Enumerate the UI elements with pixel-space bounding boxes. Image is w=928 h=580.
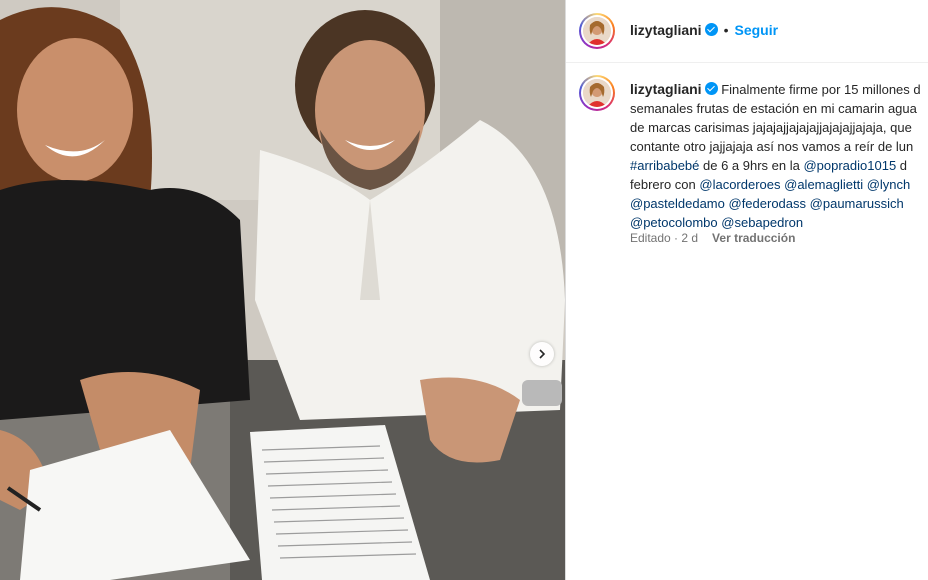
caption-line: semanales frutas de estación en mi camar… xyxy=(630,99,928,118)
caption-text: de 6 a 9hrs en la xyxy=(699,158,804,173)
caption-line: @petocolombo @sebapedron xyxy=(630,213,928,232)
mention-link[interactable]: @popradio1015 xyxy=(803,158,896,173)
follow-button[interactable]: Seguir xyxy=(734,22,778,38)
chevron-right-icon xyxy=(539,349,546,359)
caption-text: semanales frutas de estación en mi camar… xyxy=(630,101,917,116)
mention-link[interactable]: @sebapedron xyxy=(721,215,803,230)
mention-link[interactable]: @paumarussich xyxy=(810,196,904,211)
header-user: lizytagliani • Seguir xyxy=(630,22,778,40)
caption-line: febrero con @lacorderoes @alemaglietti @… xyxy=(630,175,928,194)
avatar-photo xyxy=(583,17,611,45)
carousel-next-button[interactable] xyxy=(530,342,554,366)
caption-text: contante otro jajjajaja así nos vamos a … xyxy=(630,139,914,154)
see-translation-button[interactable]: Ver traducción xyxy=(712,231,795,245)
mention-link[interactable]: @alemaglietti xyxy=(784,177,863,192)
verified-badge-icon xyxy=(704,82,718,95)
separator: • xyxy=(723,22,729,38)
post-photo xyxy=(0,0,565,580)
mention-link[interactable]: @pasteldedamo xyxy=(630,196,725,211)
caption-text: febrero con xyxy=(630,177,700,192)
caption-line: contante otro jajjajaja así nos vamos a … xyxy=(630,137,928,156)
caption-line: @pasteldedamo @federodass @paumarussich xyxy=(630,194,928,213)
mention-link[interactable]: @federodass xyxy=(729,196,807,211)
verified-badge-icon xyxy=(704,23,718,36)
caption-line: #arribabebé de 6 a 9hrs en la @popradio1… xyxy=(630,156,928,175)
username[interactable]: lizytagliani xyxy=(630,22,702,38)
post-details-panel: lizytagliani • Seguir lizytagliani Finalme… xyxy=(566,0,928,580)
caption-avatar[interactable] xyxy=(579,75,615,111)
avatar[interactable] xyxy=(579,13,615,49)
caption-text: de marcas carisimas jajajajjajajajjajaja… xyxy=(630,120,912,135)
avatar-photo xyxy=(583,79,611,107)
edited-timestamp: Editado · 2 d xyxy=(630,231,699,245)
post-header: lizytagliani • Seguir xyxy=(566,0,928,63)
caption-line: lizytagliani Finalmente firme por 15 mil… xyxy=(630,80,928,99)
caption-text: Finalmente firme por 15 millones d xyxy=(721,82,921,97)
post-caption: lizytagliani Finalmente firme por 15 mil… xyxy=(630,80,928,232)
caption-username[interactable]: lizytagliani xyxy=(630,81,702,97)
mention-link[interactable]: @petocolombo xyxy=(630,215,718,230)
post-media[interactable] xyxy=(0,0,565,580)
caption-line: de marcas carisimas jajajajjajajajjajaja… xyxy=(630,118,928,137)
caption-text: d xyxy=(896,158,908,173)
mention-link[interactable]: @lacorderoes xyxy=(699,177,780,192)
post-meta: Editado · 2 d Ver traducción xyxy=(630,231,795,245)
hashtag-link[interactable]: #arribabebé xyxy=(630,158,699,173)
mention-link[interactable]: @lynch xyxy=(867,177,911,192)
